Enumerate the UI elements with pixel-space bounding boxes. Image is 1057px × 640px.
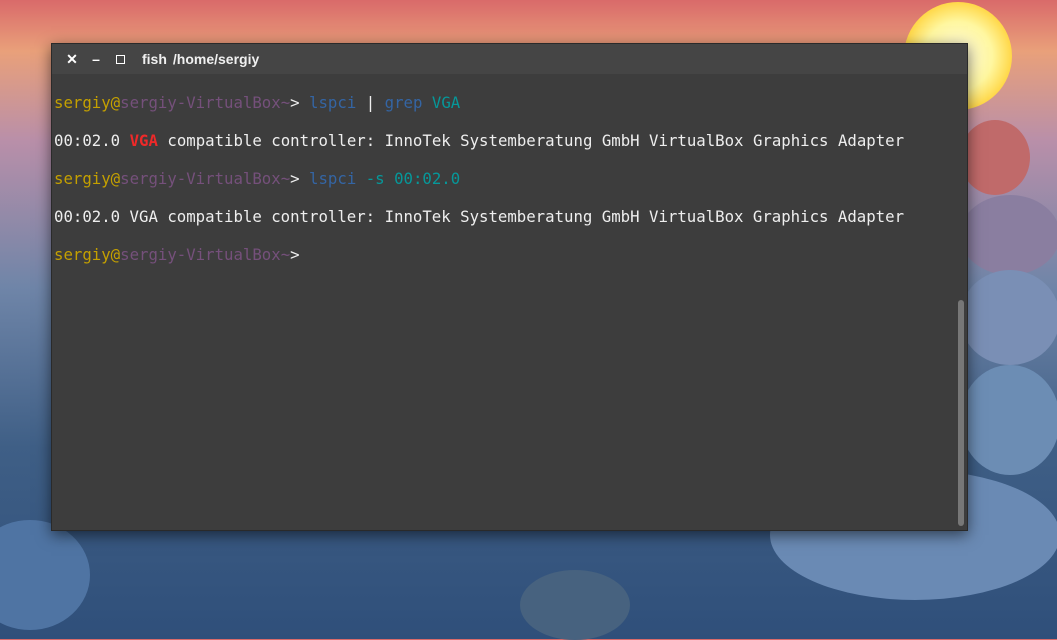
command: grep bbox=[384, 93, 423, 112]
prompt-user: sergiy bbox=[54, 169, 111, 188]
minimize-icon[interactable]: – bbox=[88, 51, 104, 67]
prompt-at: @ bbox=[110, 245, 121, 264]
window-title-path: /home/sergiy bbox=[172, 51, 260, 67]
prompt-host: sergiy-VirtualBox bbox=[120, 169, 281, 188]
wallpaper-stone bbox=[960, 195, 1057, 275]
terminal-line: sergiy@sergiy-VirtualBox~> bbox=[54, 245, 967, 264]
prompt-at: @ bbox=[110, 93, 121, 112]
prompt-host: sergiy-VirtualBox bbox=[120, 245, 281, 264]
command-argument: -s 00:02.0 bbox=[365, 169, 461, 188]
close-icon[interactable]: ✕ bbox=[64, 51, 80, 67]
command-argument: VGA bbox=[431, 93, 461, 112]
prompt-host: sergiy-VirtualBox bbox=[120, 93, 281, 112]
output-text: 00:02.0 VGA compatible controller: InnoT… bbox=[54, 207, 905, 226]
prompt-path: ~ bbox=[280, 245, 291, 264]
output-text: compatible controller: InnoTek Systember… bbox=[167, 131, 905, 150]
window-title-app: fish bbox=[142, 51, 167, 67]
terminal-line: sergiy@sergiy-VirtualBox~> lspci -s 00:0… bbox=[54, 169, 967, 188]
prompt-symbol: > bbox=[290, 169, 300, 188]
command: lspci bbox=[309, 169, 357, 188]
wallpaper-stone bbox=[960, 270, 1057, 365]
scrollbar[interactable] bbox=[958, 300, 964, 526]
wallpaper-stone bbox=[960, 120, 1030, 195]
prompt-at: @ bbox=[110, 169, 121, 188]
title-bar[interactable]: ✕ – fish /home/sergiy bbox=[52, 44, 967, 74]
terminal-window[interactable]: ✕ – fish /home/sergiy sergiy@sergiy-Virt… bbox=[51, 43, 968, 531]
wallpaper-stone bbox=[0, 520, 90, 630]
wallpaper-stone bbox=[960, 365, 1057, 475]
terminal-line: 00:02.0 VGA compatible controller: InnoT… bbox=[54, 131, 967, 150]
maximize-icon[interactable] bbox=[112, 51, 128, 67]
pipe-symbol: | bbox=[365, 93, 376, 112]
grep-match: VGA bbox=[129, 131, 158, 150]
command: lspci bbox=[309, 93, 357, 112]
wallpaper-stone bbox=[520, 570, 630, 640]
prompt-path: ~ bbox=[280, 93, 291, 112]
terminal-line: 00:02.0 VGA compatible controller: InnoT… bbox=[54, 207, 967, 226]
terminal-output[interactable]: sergiy@sergiy-VirtualBox~> lspci | grep … bbox=[52, 74, 967, 302]
terminal-line: sergiy@sergiy-VirtualBox~> lspci | grep … bbox=[54, 93, 967, 112]
prompt-path: ~ bbox=[280, 169, 291, 188]
output-address: 00:02.0 bbox=[54, 131, 121, 150]
prompt-user: sergiy bbox=[54, 93, 111, 112]
prompt-user: sergiy bbox=[54, 245, 111, 264]
prompt-symbol: > bbox=[290, 245, 300, 264]
prompt-symbol: > bbox=[290, 93, 300, 112]
